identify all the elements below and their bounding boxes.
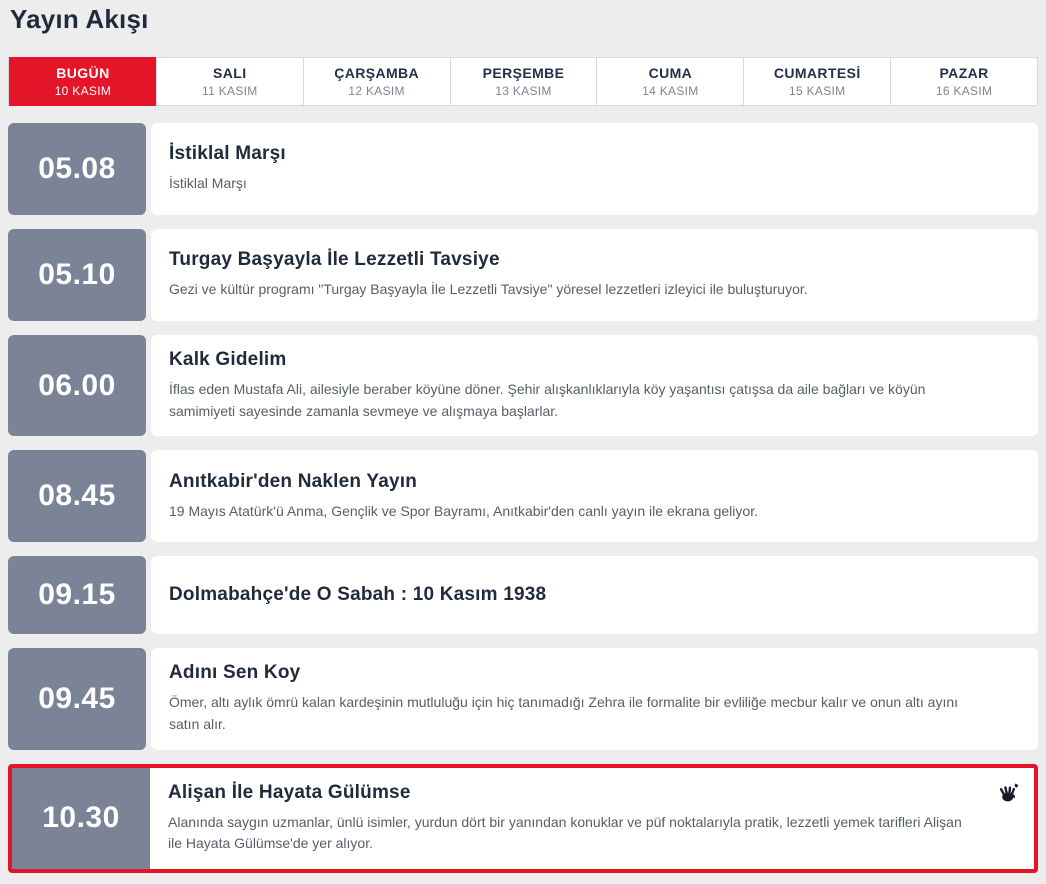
program-time: 08.45 — [38, 479, 116, 513]
program-row[interactable]: 09.15 Dolmabahçe'de O Sabah : 10 Kasım 1… — [8, 556, 1038, 634]
program-title: Kalk Gidelim — [169, 349, 1020, 371]
program-time: 05.08 — [38, 152, 116, 186]
day-tab[interactable]: PERŞEMBE 13 KASIM — [450, 58, 597, 105]
page-title: Yayın Akışı — [10, 4, 1038, 35]
program-time-box: 05.10 — [8, 229, 146, 321]
program-details: Adını Sen Koy Ömer, altı aylık ömrü kala… — [151, 648, 1038, 749]
sign-language-icon — [998, 782, 1020, 804]
program-time-box: 08.45 — [8, 450, 146, 542]
program-title: İstiklal Marşı — [169, 143, 1020, 165]
day-tab-label: BUGÜN — [56, 65, 109, 81]
program-time-box: 05.08 — [8, 123, 146, 215]
day-tab-date: 14 KASIM — [642, 84, 698, 98]
program-details: Alişan İle Hayata Gülümse Alanında saygı… — [150, 768, 1034, 869]
program-description: İstiklal Marşı — [169, 173, 1020, 195]
schedule-page: Yayın Akışı BUGÜN 10 KASIM SALI 11 KASIM… — [0, 0, 1046, 873]
program-time: 06.00 — [38, 369, 116, 403]
day-tab[interactable]: PAZAR 16 KASIM — [890, 58, 1037, 105]
program-title: Dolmabahçe'de O Sabah : 10 Kasım 1938 — [169, 584, 1020, 606]
day-tab-label: SALI — [213, 65, 247, 81]
program-details: İstiklal Marşı İstiklal Marşı — [151, 123, 1038, 215]
day-tab-date: 12 KASIM — [348, 84, 404, 98]
program-row[interactable]: 08.45 Anıtkabir'den Naklen Yayın 19 Mayı… — [8, 450, 1038, 542]
day-tab-label: ÇARŞAMBA — [334, 65, 419, 81]
day-tab[interactable]: SALI 11 KASIM — [156, 58, 303, 105]
program-description: Ömer, altı aylık ömrü kalan kardeşinin m… — [169, 692, 1020, 735]
program-time: 09.45 — [38, 682, 116, 716]
program-details: Anıtkabir'den Naklen Yayın 19 Mayıs Atat… — [151, 450, 1038, 542]
program-time-box: 06.00 — [8, 335, 146, 436]
day-tab-date: 16 KASIM — [936, 84, 992, 98]
program-description: İflas eden Mustafa Ali, ailesiyle berabe… — [169, 379, 1020, 422]
day-tabbar: BUGÜN 10 KASIM SALI 11 KASIM ÇARŞAMBA 12… — [8, 57, 1038, 106]
program-title: Anıtkabir'den Naklen Yayın — [169, 471, 1020, 493]
program-time-box: 09.45 — [8, 648, 146, 749]
day-tab-label: PERŞEMBE — [483, 65, 565, 81]
day-tab-label: CUMA — [649, 65, 693, 81]
day-tab-date: 15 KASIM — [789, 84, 845, 98]
program-title: Alişan İle Hayata Gülümse — [168, 782, 1016, 804]
program-time-box: 10.30 — [12, 768, 150, 869]
program-time: 10.30 — [42, 801, 120, 835]
day-tab-date: 13 KASIM — [495, 84, 551, 98]
day-tab-date: 11 KASIM — [202, 84, 258, 98]
program-row[interactable]: 09.45 Adını Sen Koy Ömer, altı aylık ömr… — [8, 648, 1038, 749]
day-tab-date: 10 KASIM — [55, 84, 111, 98]
program-details: Turgay Başyayla İle Lezzetli Tavsiye Gez… — [151, 229, 1038, 321]
program-time-box: 09.15 — [8, 556, 146, 634]
program-row[interactable]: 06.00 Kalk Gidelim İflas eden Mustafa Al… — [8, 335, 1038, 436]
program-details: Dolmabahçe'de O Sabah : 10 Kasım 1938 — [151, 556, 1038, 634]
day-tab-label: PAZAR — [939, 65, 988, 81]
day-tab[interactable]: BUGÜN 10 KASIM — [9, 57, 156, 106]
program-time: 09.15 — [38, 578, 116, 612]
program-details: Kalk Gidelim İflas eden Mustafa Ali, ail… — [151, 335, 1038, 436]
program-row[interactable]: 05.10 Turgay Başyayla İle Lezzetli Tavsi… — [8, 229, 1038, 321]
program-list: 05.08 İstiklal Marşı İstiklal Marşı — [8, 123, 1038, 873]
program-time: 05.10 — [38, 258, 116, 292]
day-tab[interactable]: CUMA 14 KASIM — [596, 58, 743, 105]
day-tab-label: CUMARTESİ — [774, 65, 861, 81]
program-description: 19 Mayıs Atatürk'ü Anma, Gençlik ve Spor… — [169, 501, 1020, 523]
program-row[interactable]: 05.08 İstiklal Marşı İstiklal Marşı — [8, 123, 1038, 215]
program-row[interactable]: 10.30 Alişan İle Hayata Gülümse Alanında… — [8, 764, 1038, 873]
program-description: Gezi ve kültür programı "Turgay Başyayla… — [169, 279, 1020, 301]
program-title: Adını Sen Koy — [169, 662, 1020, 684]
program-title: Turgay Başyayla İle Lezzetli Tavsiye — [169, 249, 1020, 271]
program-description: Alanında saygın uzmanlar, ünlü isimler, … — [168, 812, 1016, 855]
day-tab[interactable]: CUMARTESİ 15 KASIM — [743, 58, 890, 105]
day-tab[interactable]: ÇARŞAMBA 12 KASIM — [303, 58, 450, 105]
